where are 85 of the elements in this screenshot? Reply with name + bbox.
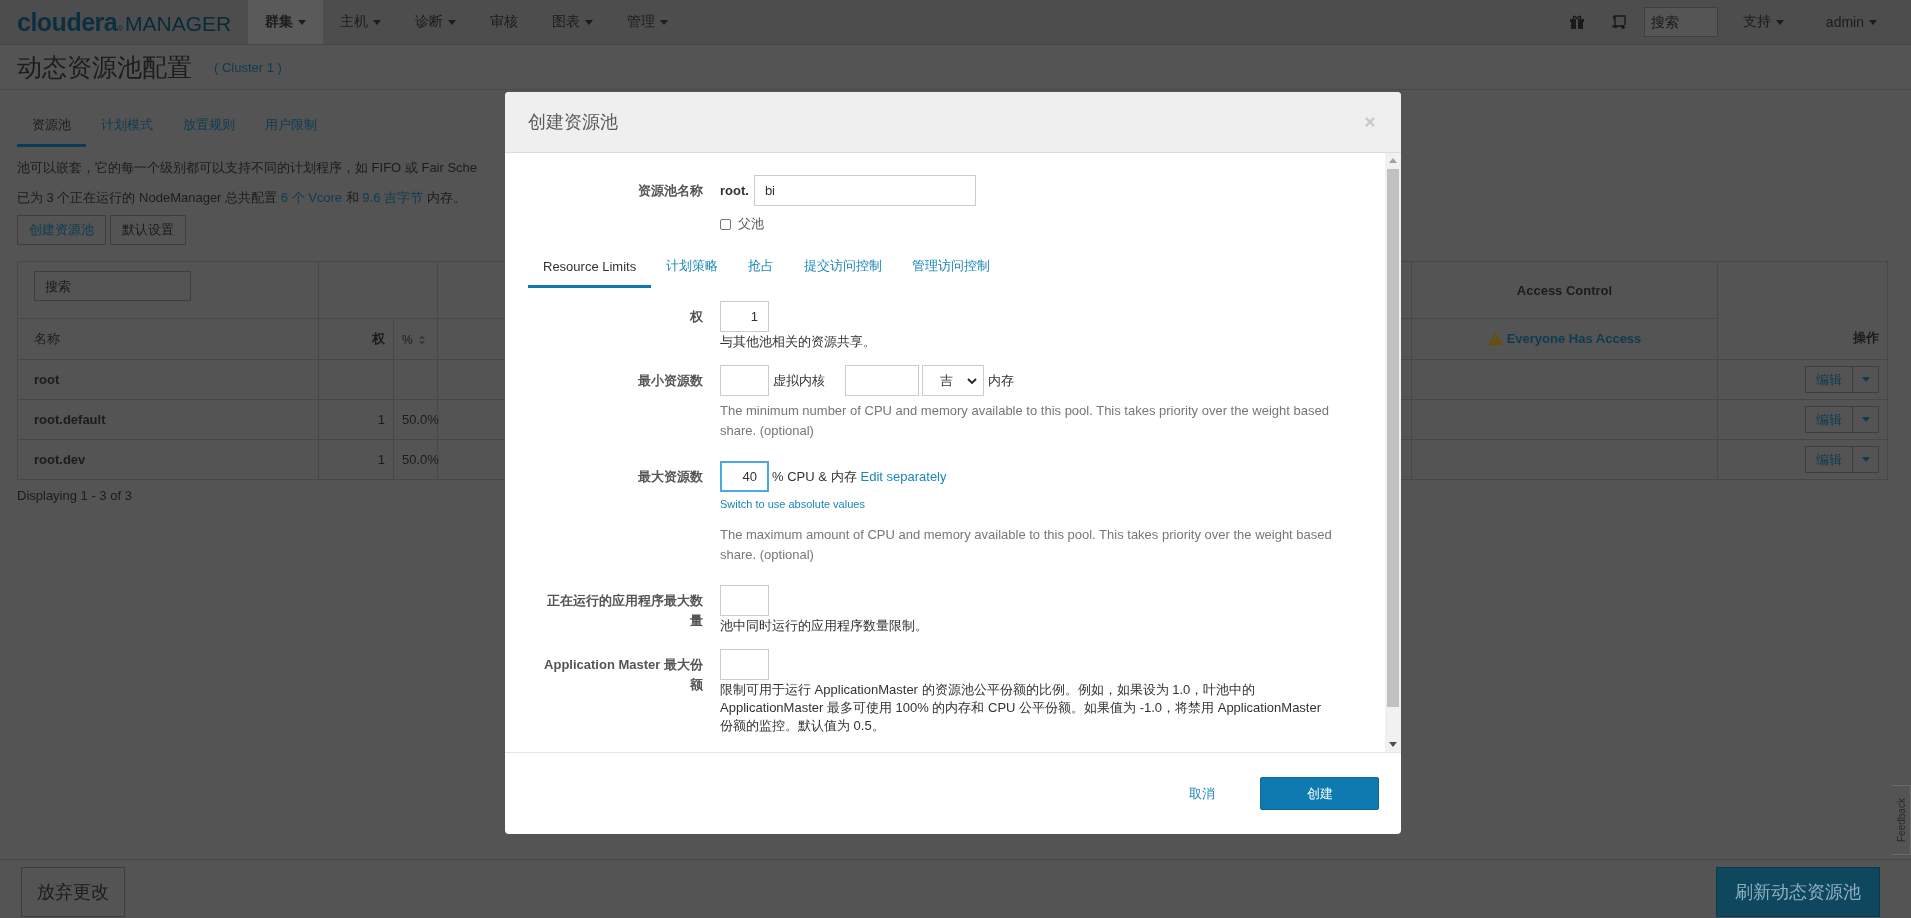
unit-select[interactable]: 吉: [922, 365, 984, 396]
warning-icon: [1487, 331, 1503, 345]
hint-text: 限制可用于运行 ApplicationMaster 的资源池公平份额的比例。例如，如果设为 1.0，叶池中的 ApplicationMaster 最多可使用 100% 的内存和 CPU 公平份额。如果值为 -1.0，将禁用 ApplicationMaster 份额的监控。默认值为 0.5。: [720, 681, 1323, 735]
access-link[interactable]: Everyone Has Access: [1506, 330, 1642, 346]
caret-icon: [585, 19, 593, 25]
caret-icon: [448, 19, 456, 25]
toolbar-button[interactable]: 创建资源池: [17, 215, 106, 245]
unit-label: % CPU & 内存: [772, 467, 857, 486]
edit-separately-link[interactable]: Edit separately: [860, 469, 947, 484]
caret-icon: [373, 19, 381, 25]
refresh-button[interactable]: 刷新动态资源池: [1716, 867, 1880, 917]
checkbox[interactable]: [720, 218, 731, 230]
tab[interactable]: 抢占: [733, 250, 790, 288]
caret-icon: [298, 19, 306, 25]
search-field[interactable]: 搜索: [1643, 7, 1718, 37]
sort-icon[interactable]: [418, 334, 425, 345]
field-label: Application Master 最大份额: [543, 656, 703, 694]
unit-label: 内存: [988, 371, 1014, 390]
tab[interactable]: 计划策略: [651, 250, 734, 288]
dropdown-button[interactable]: [1853, 446, 1879, 473]
tab[interactable]: 放置规则: [168, 106, 250, 147]
table-cell: root.dev: [34, 452, 86, 467]
hint-text: 池中同时运行的应用程序数量限制。: [720, 617, 929, 635]
table-cell: root: [34, 372, 60, 387]
column-header[interactable]: 名称: [34, 331, 60, 346]
caret-icon: [1869, 19, 1877, 25]
help-text: The maximum amount of CPU and memory available to this pool. This takes priority over the weight based share. (optional): [720, 526, 1333, 564]
table-cell: 1: [377, 412, 385, 427]
help-text: The minimum number of CPU and memory available to this pool. This takes priority over the weight based share. (optional): [720, 402, 1330, 440]
tab[interactable]: 管理访问控制: [897, 250, 1006, 288]
tab[interactable]: 提交访问控制: [789, 250, 898, 288]
table-cell: 50.0%: [402, 412, 439, 427]
input-field[interactable]: 40: [720, 461, 769, 492]
input-field[interactable]: 1: [720, 301, 769, 332]
switch-link[interactable]: Switch to use absolute values: [720, 497, 1361, 511]
chevron-icon: [967, 377, 977, 384]
tab[interactable]: 用户限制: [250, 106, 332, 147]
scrollbar[interactable]: [1385, 153, 1401, 752]
caret-icon: [660, 19, 668, 25]
search-field[interactable]: 搜索: [34, 271, 191, 302]
link[interactable]: 9.6 吉字节: [362, 190, 424, 205]
unit-label: 虚拟内核: [773, 371, 825, 390]
dialog-title: 创建资源池: [528, 111, 618, 134]
tab[interactable]: Resource Limits: [528, 250, 652, 288]
field-label: 权: [689, 308, 703, 326]
caret-icon: [1861, 417, 1870, 422]
input-field[interactable]: [720, 649, 769, 680]
caret-icon: [1861, 377, 1870, 382]
page-title: 动态资源池配置: [17, 51, 192, 83]
gift-icon[interactable]: [1568, 14, 1585, 30]
field-label: 正在运行的应用程序最大数量: [546, 592, 703, 630]
column-header[interactable]: %: [402, 332, 413, 347]
dropdown-button[interactable]: [1853, 366, 1879, 393]
pagination-text: Displaying 1 - 3 of 3: [17, 488, 133, 503]
close-icon[interactable]: [1365, 117, 1375, 127]
table-cell: 50.0%: [402, 452, 439, 467]
column-header[interactable]: 权: [372, 331, 385, 346]
cancel-button[interactable]: 取消: [1174, 776, 1230, 811]
name-prefix: root.: [720, 183, 749, 198]
link[interactable]: 6 个 Vcore: [280, 190, 343, 205]
column-group-header: Access Control: [1516, 282, 1613, 298]
input-field[interactable]: [720, 365, 769, 396]
edit-button[interactable]: 编辑: [1805, 406, 1853, 433]
edit-button[interactable]: 编辑: [1805, 446, 1853, 473]
field-label: 最小资源数: [637, 372, 703, 390]
input-field[interactable]: [720, 585, 769, 616]
caret-icon: [1775, 19, 1784, 25]
input-field[interactable]: [845, 365, 919, 396]
tab[interactable]: 计划模式: [86, 106, 168, 147]
checkbox-label: 父池: [738, 215, 764, 233]
input-field[interactable]: bi: [753, 175, 976, 206]
caret-icon: [1861, 457, 1870, 462]
scroll-icon[interactable]: [1610, 14, 1627, 30]
discard-button[interactable]: 放弃更改: [21, 867, 125, 917]
field-label: 资源池名称: [637, 182, 703, 200]
field-label: 最大资源数: [637, 468, 703, 486]
nav-menu-item[interactable]: 群集: [248, 0, 323, 44]
dropdown-button[interactable]: [1853, 406, 1879, 433]
column-header: 操作: [1853, 330, 1879, 345]
edit-button[interactable]: 编辑: [1805, 366, 1853, 393]
table-cell: root.default: [34, 412, 106, 427]
cluster-link[interactable]: ( Cluster 1 ): [214, 59, 282, 75]
hint-text: 与其他池相关的资源共享。: [720, 333, 877, 351]
create-button[interactable]: 创建: [1260, 777, 1379, 810]
table-cell: 1: [377, 452, 385, 467]
